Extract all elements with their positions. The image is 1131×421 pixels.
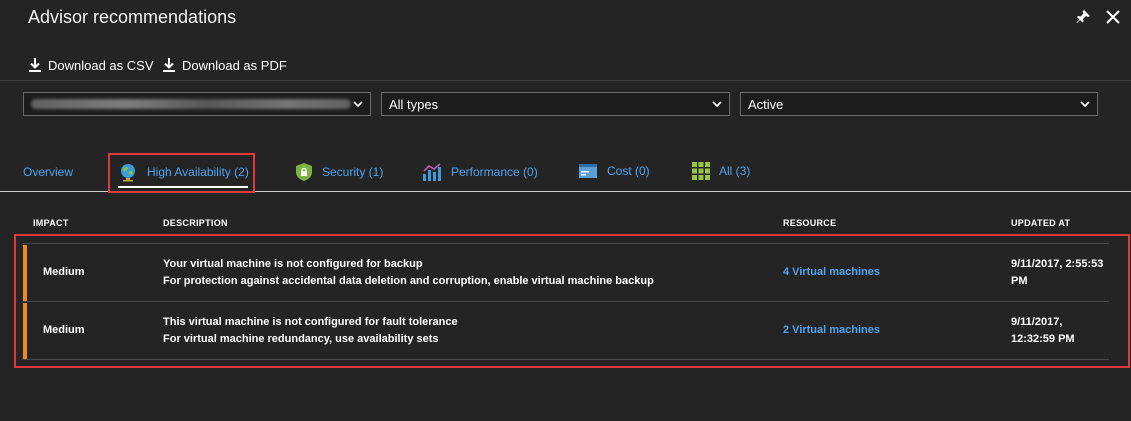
status-select-value: Active	[748, 96, 784, 112]
pin-icon[interactable]	[1074, 8, 1092, 26]
subscription-select[interactable]	[23, 92, 371, 116]
tab-label: All (3)	[719, 164, 751, 178]
highlight-box-rows	[14, 234, 1130, 368]
tab-label: Overview	[23, 165, 74, 179]
toolbar: Download as CSV Download as PDF	[0, 50, 600, 80]
close-icon[interactable]	[1104, 8, 1122, 26]
title-bar: Advisor recommendations	[0, 0, 1131, 36]
column-header-impact[interactable]: IMPACT	[33, 218, 69, 228]
chevron-down-icon	[712, 101, 722, 108]
tab-performance[interactable]: Performance (0)	[422, 162, 538, 182]
column-header-description[interactable]: DESCRIPTION	[163, 218, 228, 228]
tab-label: Security (1)	[322, 165, 384, 179]
type-select[interactable]: All types	[381, 92, 730, 116]
type-select-value: All types	[389, 96, 439, 112]
bar-chart-icon	[422, 162, 442, 182]
tab-security[interactable]: Security (1)	[295, 162, 383, 182]
tab-overview[interactable]: Overview	[23, 165, 73, 179]
shield-lock-icon	[295, 162, 313, 182]
column-header-updated-at[interactable]: UPDATED AT	[1011, 218, 1070, 228]
tab-all[interactable]: All (3)	[692, 162, 750, 180]
tab-label: Performance (0)	[451, 165, 538, 179]
tab-label: Cost (0)	[607, 164, 650, 178]
download-csv-label: Download as CSV	[48, 57, 154, 73]
download-csv-button[interactable]: Download as CSV	[28, 55, 154, 75]
toolbar-divider	[0, 80, 1131, 81]
cost-card-icon	[578, 162, 598, 180]
download-icon	[163, 58, 175, 72]
column-header-resource[interactable]: RESOURCE	[783, 218, 836, 228]
highlight-box-tab	[108, 153, 255, 193]
download-pdf-label: Download as PDF	[182, 57, 287, 73]
blade-title: Advisor recommendations	[28, 7, 237, 27]
download-icon	[29, 58, 41, 72]
grid-icon	[692, 162, 710, 180]
chevron-down-icon	[1080, 101, 1090, 108]
download-pdf-button[interactable]: Download as PDF	[162, 55, 287, 75]
status-select[interactable]: Active	[740, 92, 1098, 116]
tab-cost[interactable]: Cost (0)	[578, 162, 650, 180]
chevron-down-icon	[353, 101, 363, 108]
redacted-subscription	[31, 99, 351, 109]
